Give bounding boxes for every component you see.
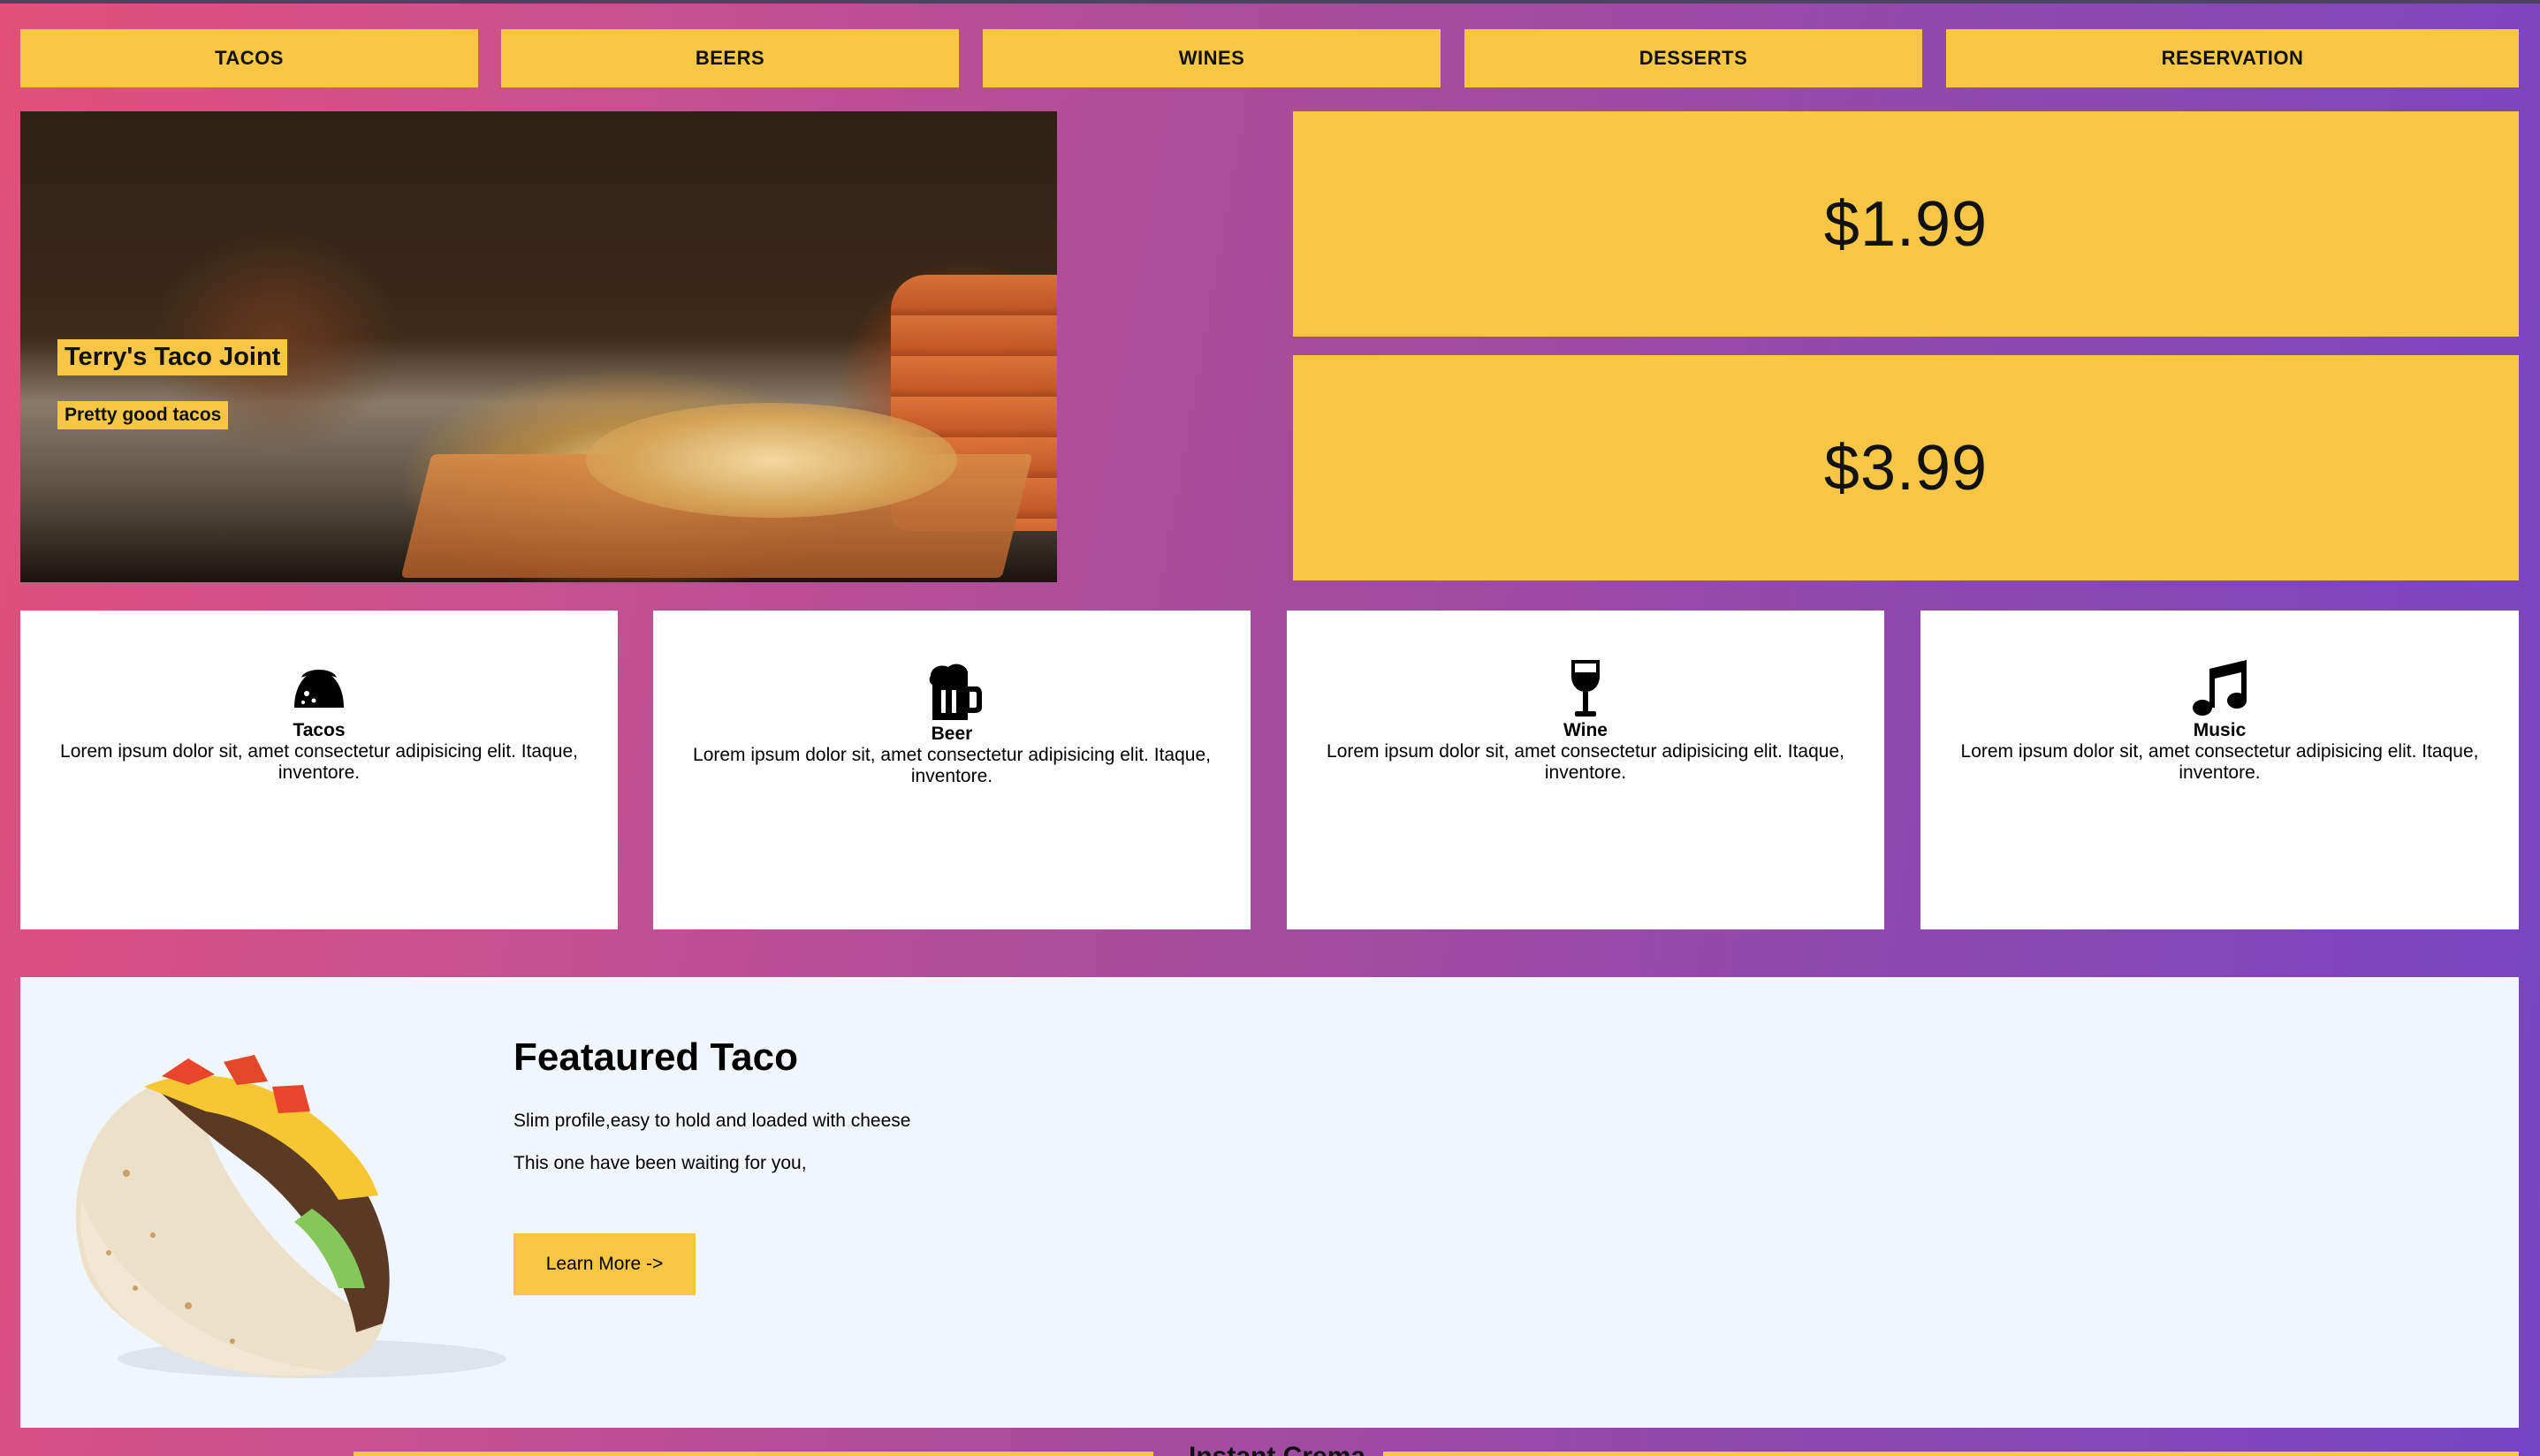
feature-text: Lorem ipsum dolor sit, amet consectetur …	[60, 741, 578, 783]
featured-taco-image	[75, 1055, 506, 1378]
feature-text: Lorem ipsum dolor sit, amet consectetur …	[1960, 741, 2479, 783]
music-note-icon	[2192, 660, 2247, 716]
feature-title: Beer	[931, 724, 973, 744]
nav-reservation-button[interactable]: RESERVATION	[1946, 29, 2519, 87]
price-panel-1: $1.99	[1293, 111, 2519, 337]
nav-wines-button[interactable]: WINES	[983, 29, 1441, 87]
feature-text: Lorem ipsum dolor sit, amet consectetur …	[693, 745, 1211, 786]
wine-glass-icon	[1571, 660, 1600, 717]
bottom-section-title: Instant Crema	[1189, 1442, 1365, 1456]
nav-desserts-button[interactable]: DESSERTS	[1464, 29, 1922, 87]
bottom-bar-left	[354, 1452, 1153, 1456]
learn-more-button[interactable]: Learn More ->	[513, 1233, 696, 1295]
beer-mug-icon	[929, 664, 982, 720]
taco-icon	[294, 670, 344, 708]
featured-description-line-1: Slim profile,easy to hold and loaded wit…	[513, 1111, 911, 1131]
featured-title: Feataured Taco	[513, 1035, 798, 1079]
hero-subtitle: Pretty good tacos	[57, 401, 229, 429]
feature-card-wine: Wine Lorem ipsum dolor sit, amet consect…	[1287, 610, 1884, 929]
nav-beers-button[interactable]: BEERS	[501, 29, 959, 87]
bottom-bar-right	[1383, 1452, 2519, 1456]
featured-description-line-2: This one have been waiting for you,	[513, 1153, 807, 1173]
hero-image: Terry's Taco Joint Pretty good tacos	[20, 111, 1057, 582]
hero-title: Terry's Taco Joint	[57, 339, 288, 375]
hero-tacos-graphic	[586, 403, 957, 518]
feature-title: Music	[2193, 720, 2247, 740]
feature-text: Lorem ipsum dolor sit, amet consectetur …	[1327, 741, 1844, 783]
feature-card-beer: Beer Lorem ipsum dolor sit, amet consect…	[653, 610, 1251, 929]
featured-section: Feataured Taco Slim profile,easy to hold…	[20, 977, 2519, 1428]
feature-card-music: Music Lorem ipsum dolor sit, amet consec…	[1920, 610, 2519, 929]
nav-tacos-button[interactable]: TACOS	[20, 29, 478, 87]
feature-title: Tacos	[293, 720, 346, 740]
feature-card-tacos: Tacos Lorem ipsum dolor sit, amet consec…	[20, 610, 618, 929]
window-top-edge	[0, 0, 2540, 4]
feature-title: Wine	[1563, 720, 1608, 740]
price-panel-2: $3.99	[1293, 355, 2519, 580]
